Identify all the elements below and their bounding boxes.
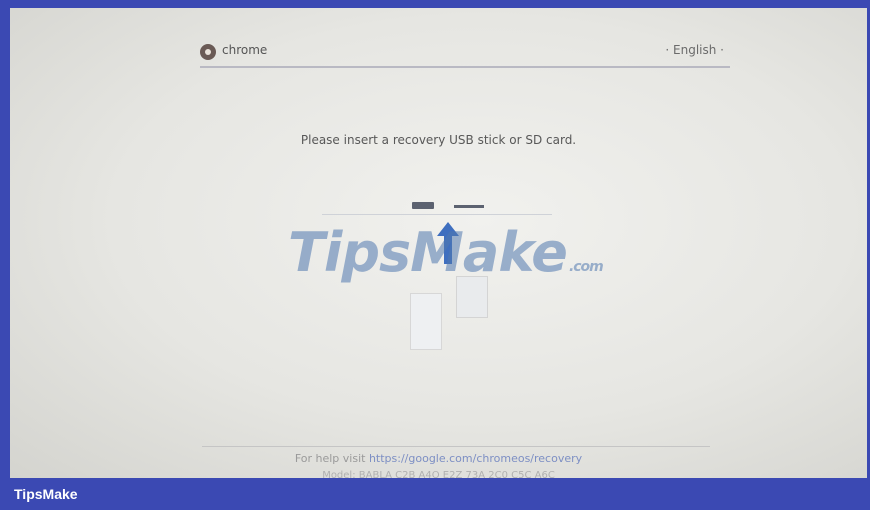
footer-bar: TipsMake	[0, 478, 870, 510]
top-bar: chrome · English ·	[200, 38, 730, 68]
help-link[interactable]: https://google.com/chromeos/recovery	[369, 452, 582, 465]
usb-stick-icon	[410, 293, 442, 350]
sd-indicator-icon	[454, 205, 484, 208]
language-selector[interactable]: · English ·	[665, 43, 724, 57]
usb-indicator-icon	[412, 202, 434, 209]
footer-divider	[202, 446, 710, 447]
recovery-message: Please insert a recovery USB stick or SD…	[300, 133, 577, 147]
watermark-text: TipsMake	[288, 221, 568, 284]
divider	[322, 214, 552, 215]
chrome-logo-icon	[200, 44, 216, 60]
watermark-suffix: .com	[568, 259, 604, 275]
brand-label: chrome	[222, 43, 268, 57]
footer-brand: TipsMake	[14, 486, 78, 502]
model-info: Model: BABLA C2B A4O E2Z 73A 2C0 C5C A6C	[322, 470, 555, 478]
watermark-logo: TipsMake .com	[288, 221, 604, 284]
recovery-screen: chrome · English · Please insert a recov…	[10, 8, 867, 478]
help-prefix: For help visit	[294, 452, 369, 465]
help-text: For help visit https://google.com/chrome…	[10, 452, 867, 465]
